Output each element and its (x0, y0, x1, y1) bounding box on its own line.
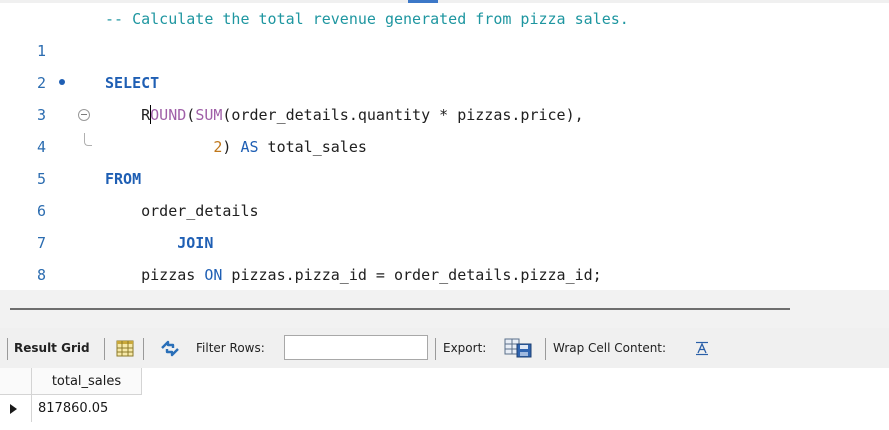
toolbar-separator (7, 338, 8, 360)
wrap-text-icon[interactable] (695, 341, 709, 356)
code-line-4[interactable]: 4 ROUND(SUM(order_details.quantity * piz… (0, 99, 889, 156)
fold-collapse-icon[interactable] (78, 109, 90, 121)
wrap-cell-content-label: Wrap Cell Content: (553, 341, 667, 355)
toolbar-separator (104, 338, 105, 360)
code-line-7[interactable]: 7 order_details (0, 195, 889, 252)
export-label: Export: (443, 341, 487, 355)
code-line-5[interactable]: 5 2) AS total_sales (0, 131, 889, 188)
filter-rows-label: Filter Rows: (196, 341, 265, 355)
current-row-arrow-icon (10, 404, 17, 414)
code-line-8[interactable]: 8 JOIN (0, 227, 889, 284)
statement-marker-icon (59, 79, 65, 85)
refresh-arrows-icon[interactable] (160, 340, 180, 357)
code-text: SELECT (105, 74, 160, 92)
splitter-handle[interactable] (10, 308, 790, 310)
code-text: ROUND(SUM(order_details.quantity * pizza… (105, 105, 584, 124)
table-cell[interactable]: 817860.05 (32, 395, 142, 422)
export-save-icon[interactable] (504, 338, 534, 358)
code-text: JOIN (105, 234, 214, 252)
toolbar-separator (435, 338, 436, 360)
sql-editor[interactable]: 1 -- Calculate the total revenue generat… (0, 0, 889, 290)
code-text: pizzas ON pizzas.pizza_id = order_detail… (105, 266, 602, 284)
code-line-3[interactable]: 3 SELECT (0, 67, 889, 124)
code-text: 2) AS total_sales (213, 138, 367, 156)
toolbar-separator (143, 338, 144, 360)
grid-form-icon[interactable] (116, 340, 134, 357)
result-grid-tab[interactable]: Result Grid (14, 328, 90, 368)
filter-rows-input[interactable] (284, 335, 428, 360)
code-line-6[interactable]: 6 FROM (0, 163, 889, 220)
column-header-total-sales[interactable]: total_sales (32, 368, 142, 395)
code-text: order_details (105, 202, 259, 220)
code-text: -- Calculate the total revenue generated… (105, 10, 629, 28)
code-line-2[interactable]: 2 (0, 35, 889, 92)
result-grid: total_sales 817860.05 (0, 368, 889, 430)
toolbar-separator (545, 338, 546, 360)
grid-corner-header[interactable] (0, 368, 32, 395)
result-toolbar: Result Grid Filter Rows: Export: Wrap Ce… (0, 328, 889, 368)
code-line-9[interactable]: 9 pizzas ON pizzas.pizza_id = order_deta… (0, 259, 889, 290)
code-line-1[interactable]: 1 -- Calculate the total revenue generat… (0, 3, 889, 60)
panel-splitter[interactable] (0, 290, 889, 328)
code-text: FROM (105, 170, 142, 188)
